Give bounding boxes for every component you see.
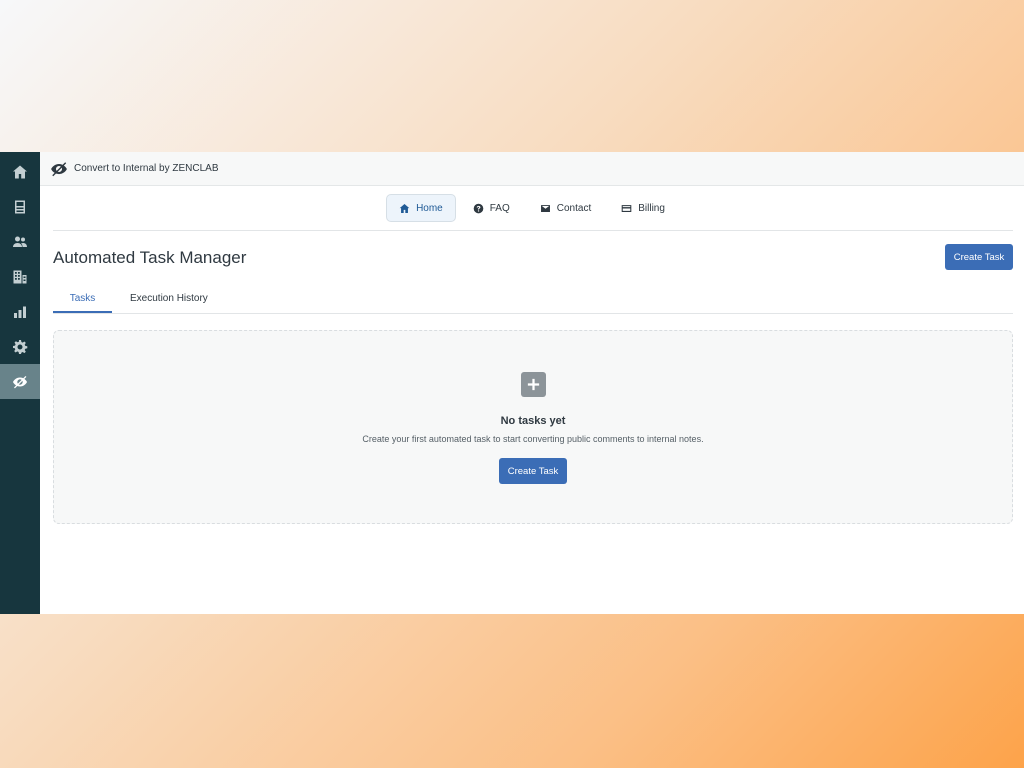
empty-state-description: Create your first automated task to star…: [362, 434, 704, 444]
users-icon: [13, 236, 27, 247]
create-task-button[interactable]: Create Task: [945, 244, 1013, 270]
nav-item-home[interactable]: Home: [386, 194, 456, 222]
plus-square-icon: [520, 372, 546, 397]
bar-chart-icon: [14, 306, 26, 318]
tab-tasks[interactable]: Tasks: [53, 293, 112, 313]
sidebar-item-home[interactable]: [0, 154, 40, 189]
sidebar-item-settings[interactable]: [0, 329, 40, 364]
eye-slash-icon: [13, 375, 27, 388]
gear-icon: [13, 339, 28, 354]
sidebar-item-users[interactable]: [0, 224, 40, 259]
nav-item-label: Home: [416, 202, 443, 214]
nav-item-label: Billing: [638, 202, 665, 214]
create-task-empty-button[interactable]: Create Task: [499, 458, 567, 484]
sidebar-item-organizations[interactable]: [0, 259, 40, 294]
nav-item-faq[interactable]: FAQ: [460, 194, 523, 222]
main-content: Convert to Internal by ZENCLAB Home FAQ …: [40, 152, 1024, 614]
nav-divider: [53, 230, 1013, 231]
empty-state-title: No tasks yet: [500, 415, 566, 427]
inbox-icon: [15, 200, 25, 213]
tab-bar: Tasks Execution History: [53, 293, 208, 313]
nav-item-label: FAQ: [489, 202, 510, 214]
app-header: Convert to Internal by ZENCLAB: [40, 152, 1024, 186]
sidebar: [0, 152, 40, 614]
question-circle-icon: [473, 203, 484, 213]
tab-execution-history[interactable]: Execution History: [130, 293, 208, 313]
tab-divider: [53, 313, 1013, 314]
page-title: Automated Task Manager: [53, 248, 247, 267]
nav-item-billing[interactable]: Billing: [608, 194, 678, 222]
sidebar-item-inbox[interactable]: [0, 189, 40, 224]
app-window: Convert to Internal by ZENCLAB Home FAQ …: [0, 152, 1024, 614]
top-nav: Home FAQ Contact Billing: [40, 194, 1024, 222]
nav-item-contact[interactable]: Contact: [527, 194, 604, 222]
app-title: Convert to Internal by ZENCLAB: [74, 163, 219, 174]
sidebar-item-reports[interactable]: [0, 294, 40, 329]
eye-slash-icon: [51, 161, 67, 176]
home-icon: [399, 203, 410, 213]
home-icon: [13, 165, 27, 178]
envelope-icon: [540, 204, 550, 212]
empty-state: No tasks yet Create your first automated…: [53, 330, 1013, 524]
building-icon: [13, 270, 27, 283]
nav-item-label: Contact: [556, 202, 592, 214]
sidebar-item-convert-to-internal[interactable]: [0, 364, 40, 399]
credit-card-icon: [621, 204, 632, 212]
